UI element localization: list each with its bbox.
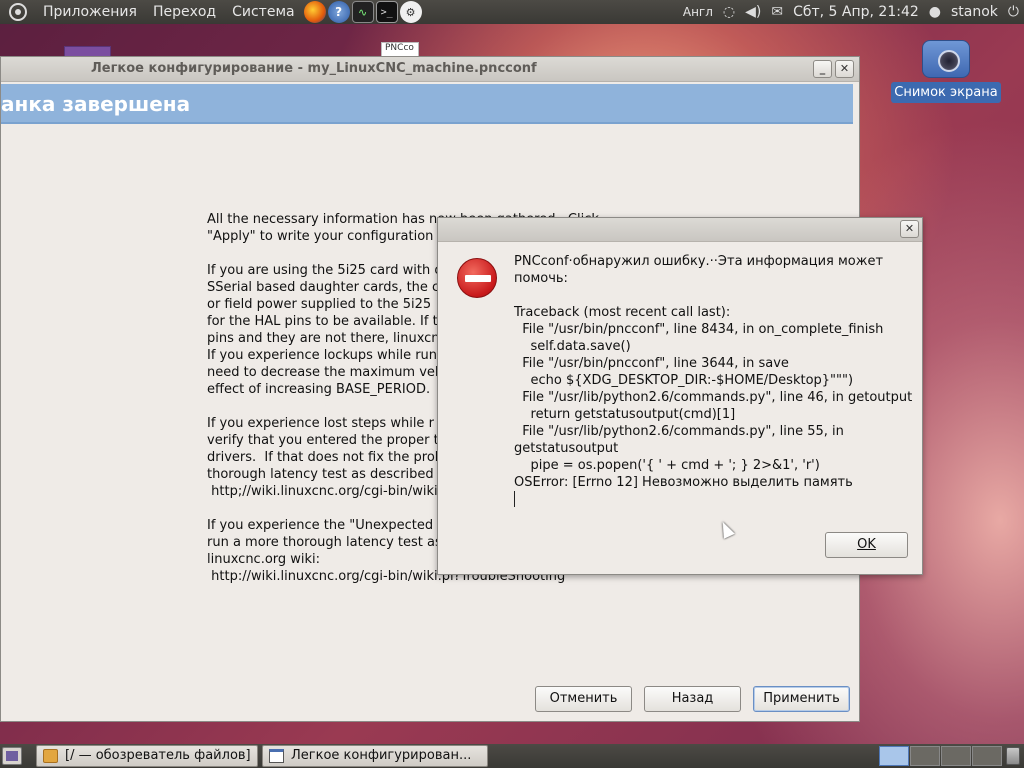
minimize-button[interactable]: _: [813, 60, 832, 78]
window-icon: [269, 749, 284, 763]
back-button[interactable]: Назад: [644, 686, 741, 712]
ok-button[interactable]: OK: [825, 532, 908, 558]
page-header: анка завершена: [1, 84, 853, 124]
taskbar-item-label: [/ — обозреватель файлов]: [65, 748, 251, 763]
workspace-switcher: [878, 746, 1002, 766]
text-cursor: [514, 491, 515, 507]
workspace-3[interactable]: [941, 746, 971, 766]
menu-places[interactable]: Переход: [145, 0, 224, 24]
volume-icon[interactable]: ◀): [745, 4, 761, 20]
error-icon: [457, 258, 497, 298]
keyboard-layout-indicator[interactable]: Англ: [683, 5, 713, 19]
camera-icon[interactable]: [922, 40, 970, 78]
system-tray: Англ ◌ ◀) ✉ Сбт, 5 Апр, 21:42 ● stanok ⏻: [678, 0, 1024, 24]
trash-icon[interactable]: [1006, 747, 1020, 765]
taskbar-item-pncconf[interactable]: Легкое конфигурирован...: [262, 745, 488, 767]
apply-button[interactable]: Применить: [753, 686, 850, 712]
dialog-close-button[interactable]: ✕: [900, 220, 919, 238]
menu-applications[interactable]: Приложения: [35, 0, 145, 24]
terminal-icon[interactable]: >_: [375, 1, 398, 23]
error-message: PNCconf·обнаружил ошибку.··Эта информаци…: [514, 254, 913, 490]
window-title: Легкое конфигурирование - my_LinuxCNC_ma…: [91, 61, 537, 76]
clock[interactable]: Сбт, 5 Апр, 21:42: [793, 4, 919, 20]
linuxcnc-icon[interactable]: ⚙: [399, 1, 422, 23]
network-icon[interactable]: ◌: [723, 4, 735, 20]
taskbar-item-label: Легкое конфигурирован...: [291, 748, 472, 763]
folder-icon: [43, 749, 58, 763]
close-window-button[interactable]: ✕: [835, 60, 854, 78]
ok-button-label: OK: [857, 537, 876, 552]
mail-icon[interactable]: ✉: [771, 4, 783, 20]
workspace-1[interactable]: [879, 746, 909, 766]
taskbar-item-file-browser[interactable]: [/ — обозреватель файлов]: [36, 745, 258, 767]
help-icon[interactable]: ?: [327, 1, 350, 23]
system-monitor-icon[interactable]: ∿: [351, 1, 374, 23]
window-titlebar[interactable]: Легкое конфигурирование - my_LinuxCNC_ma…: [1, 57, 859, 82]
cancel-button[interactable]: Отменить: [535, 686, 632, 712]
menu-system[interactable]: Система: [224, 0, 302, 24]
user-icon: ●: [928, 4, 941, 20]
workspace-2[interactable]: [910, 746, 940, 766]
bottom-panel: [/ — обозреватель файлов] Легкое конфигу…: [0, 744, 1024, 768]
dialog-titlebar[interactable]: ✕: [438, 218, 922, 242]
desktop-icon-label-screenshot[interactable]: Снимок экрана: [891, 82, 1001, 103]
user-name[interactable]: stanok: [951, 4, 998, 20]
power-icon[interactable]: ⏻: [1008, 4, 1019, 20]
top-panel: Приложения Переход Система ? ∿ >_ ⚙ Англ…: [0, 0, 1024, 24]
error-dialog: ✕ PNCconf·обнаружил ошибку.··Эта информа…: [437, 217, 923, 575]
show-desktop-button[interactable]: [2, 747, 22, 765]
firefox-icon[interactable]: [303, 1, 326, 23]
ubuntu-logo-icon[interactable]: [9, 3, 27, 21]
workspace-4[interactable]: [972, 746, 1002, 766]
